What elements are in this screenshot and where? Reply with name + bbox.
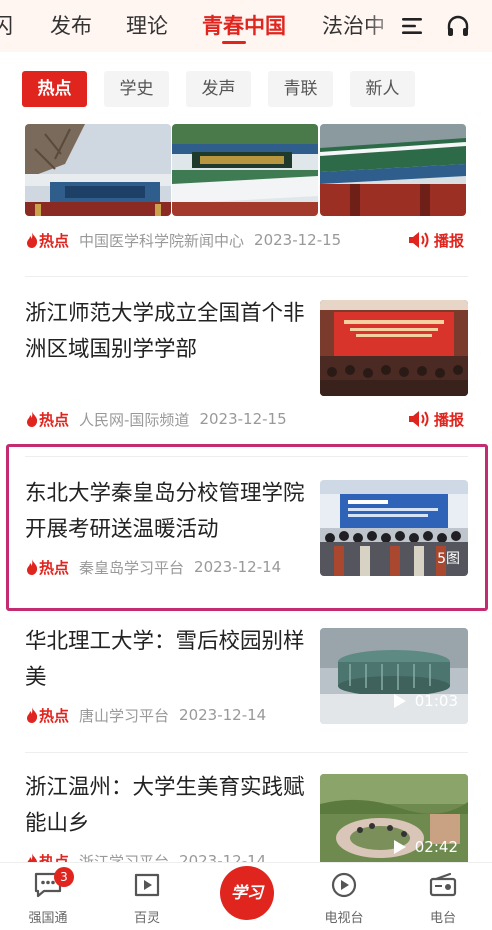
chip-hot[interactable]: 热点 <box>22 71 87 107</box>
broadcast-button[interactable]: 播报 <box>408 229 464 251</box>
tab-flash[interactable]: 闪 <box>0 10 13 40</box>
broadcast-label: 播报 <box>434 410 465 429</box>
news-meta: 热点 中国医学科学院新闻中心 2023-12-15 <box>25 229 341 251</box>
short-video-icon <box>134 873 160 897</box>
flame-icon <box>27 411 38 427</box>
radio-icon <box>429 872 457 897</box>
broadcast-button[interactable]: 播报 <box>408 408 464 430</box>
video-duration: 02:42 <box>393 838 458 856</box>
thumbnail-village: 02:42 <box>320 774 468 862</box>
flame-icon <box>27 853 38 862</box>
thumbnail-group-photo: 5图 <box>320 480 468 576</box>
play-icon <box>393 840 406 854</box>
hamburger-menu-icon[interactable] <box>398 12 426 40</box>
news-date: 2023-12-14 <box>179 852 267 862</box>
thumbnail-stadium: 01:03 <box>320 628 468 724</box>
hot-tag: 热点 <box>25 851 70 863</box>
hot-label: 热点 <box>39 231 70 250</box>
news-date: 2023-12-14 <box>179 706 267 724</box>
news-meta: 热点 浙江学习平台 2023-12-14 <box>25 850 266 862</box>
xuexi-logo-button[interactable]: 学习 <box>220 866 274 920</box>
hot-tag: 热点 <box>25 705 69 726</box>
news-source: 秦皇岛学习平台 <box>79 558 185 577</box>
feed-divider <box>25 276 468 277</box>
tab-youth-china[interactable]: 青春中国 <box>202 10 286 40</box>
nav-bailing[interactable]: 百灵 <box>107 871 187 926</box>
flame-icon <box>27 559 38 575</box>
duration-label: 01:03 <box>414 692 458 710</box>
news-source: 中国医学科学院新闻中心 <box>79 231 245 250</box>
active-tab-indicator <box>222 41 246 44</box>
subcategory-tabs: 热点 学史 发声 青联 新人 <box>0 52 492 124</box>
tab-theory[interactable]: 理论 <box>126 10 168 40</box>
news-headline: 浙江师范大学成立全国首个非洲区域国别学学部 <box>25 301 305 362</box>
duration-label: 02:42 <box>414 838 458 856</box>
hot-tag: 热点 <box>25 230 69 251</box>
play-icon <box>393 694 406 708</box>
feed-divider <box>25 456 468 457</box>
channel-tab-bar: 闪 发布 理论 青春中国 法治中 <box>0 0 492 52</box>
chip-newcomers[interactable]: 新人 <box>350 71 415 107</box>
feed-divider <box>25 752 468 753</box>
hot-label: 热点 <box>39 410 70 429</box>
feed-divider <box>25 610 468 611</box>
image-campus-gate-roof <box>320 124 466 216</box>
tab-publish[interactable]: 发布 <box>50 10 92 40</box>
news-meta: 热点 唐山学习平台 2023-12-14 <box>25 704 266 726</box>
picture-count-badge: 5图 <box>437 551 460 567</box>
news-feed[interactable]: 热点 中国医学科学院新闻中心 2023-12-15 播报 浙江师范大学成立全国首… <box>0 124 492 862</box>
hot-tag: 热点 <box>25 409 69 430</box>
hot-label: 热点 <box>39 558 70 577</box>
news-date: 2023-12-15 <box>199 410 287 428</box>
hot-label: 热点 <box>39 706 70 725</box>
chip-youth-federation[interactable]: 青联 <box>268 71 333 107</box>
image-campus-gate-sign <box>172 124 318 216</box>
nav-qiangguotong[interactable]: 3 强国通 <box>8 867 88 926</box>
hot-label: 热点 <box>39 852 70 863</box>
nav-label: 百灵 <box>133 911 160 926</box>
image-campus-gate-snow <box>25 124 171 216</box>
nav-label: 强国通 <box>28 911 68 926</box>
flame-icon <box>27 232 38 248</box>
nav-tv[interactable]: 电视台 <box>304 871 384 926</box>
chip-voice[interactable]: 发声 <box>186 71 251 107</box>
headphones-icon[interactable] <box>444 12 472 40</box>
news-meta: 热点 人民网-国际频道 2023-12-15 <box>25 408 287 430</box>
speaker-icon <box>409 232 429 248</box>
news-source: 浙江学习平台 <box>79 852 170 863</box>
tv-play-icon <box>331 872 357 898</box>
flame-icon <box>27 707 38 723</box>
bottom-navigation: 3 强国通 百灵 学习 电视台 电台 <box>0 862 492 930</box>
unread-badge: 3 <box>54 867 74 887</box>
news-meta: 热点 秦皇岛学习平台 2023-12-14 <box>25 556 281 578</box>
news-source: 唐山学习平台 <box>79 706 170 725</box>
news-date: 2023-12-14 <box>194 558 282 576</box>
speaker-icon <box>409 411 429 427</box>
news-headline: 华北理工大学：雪后校园别样美 <box>25 629 305 690</box>
broadcast-label: 播报 <box>434 231 465 250</box>
chip-history[interactable]: 学史 <box>104 71 169 107</box>
video-duration: 01:03 <box>393 692 458 710</box>
thumbnail-conference <box>320 300 468 396</box>
nav-label: 电视台 <box>324 911 364 926</box>
nav-label: 电台 <box>429 911 456 926</box>
news-headline: 东北大学秦皇岛分校管理学院开展考研送温暖活动 <box>25 481 305 542</box>
news-headline: 浙江温州：大学生美育实践赋能山乡 <box>25 775 305 836</box>
hot-tag: 热点 <box>25 557 69 578</box>
nav-radio[interactable]: 电台 <box>403 871 483 926</box>
news-source: 人民网-国际频道 <box>79 410 190 429</box>
news-date: 2023-12-15 <box>254 231 342 249</box>
